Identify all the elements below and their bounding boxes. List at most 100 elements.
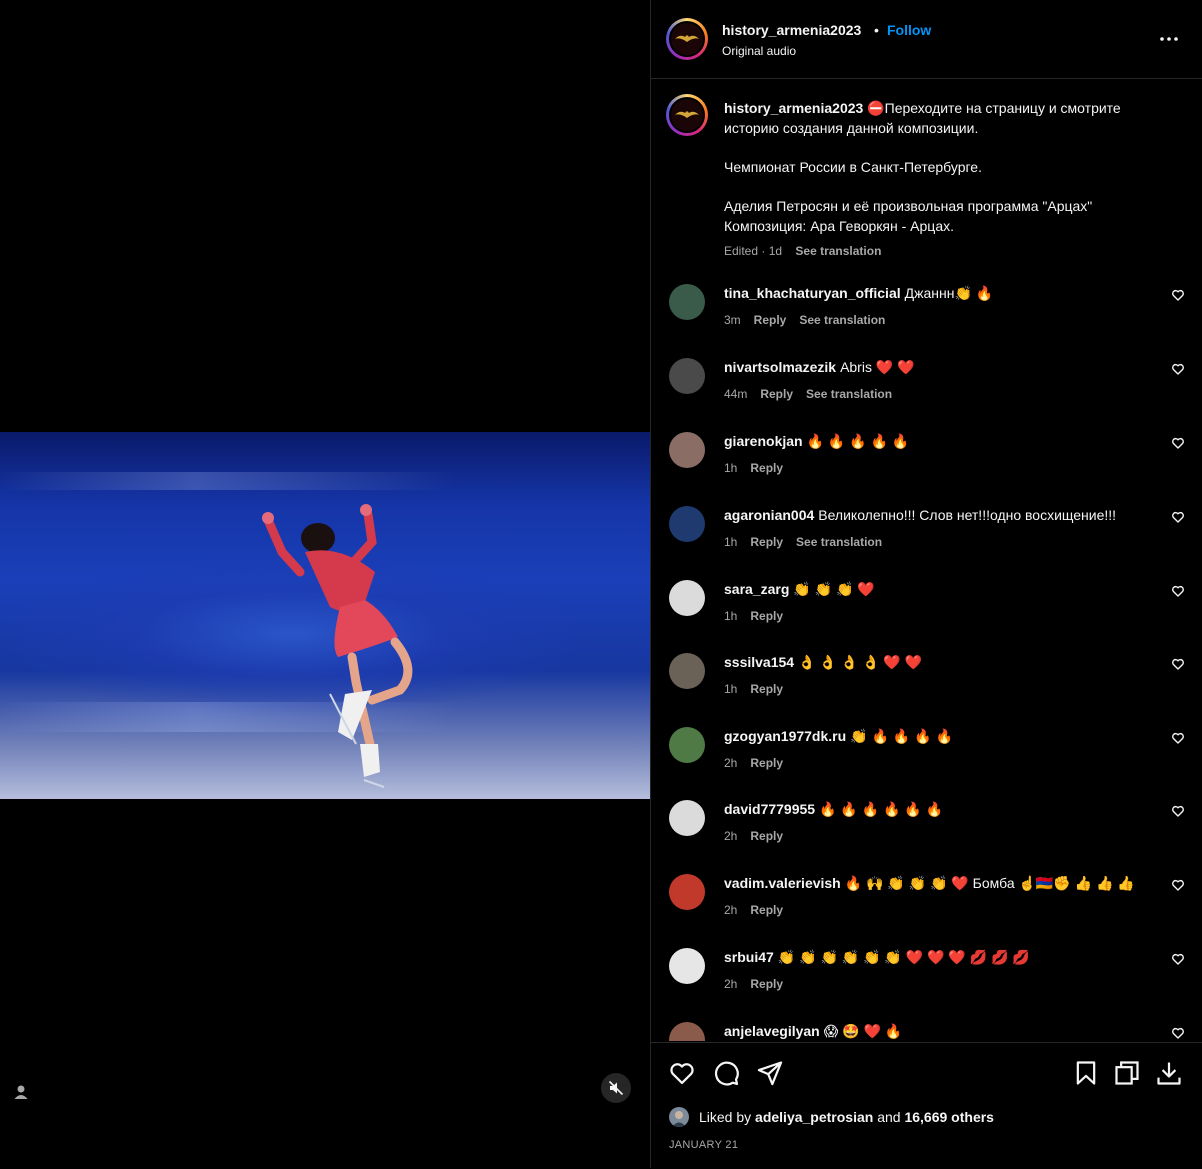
liker-avatar[interactable] [669,1107,689,1127]
reply-button[interactable]: Reply [750,829,783,843]
more-options-icon[interactable] [1158,30,1180,48]
comment-meta: 1h Reply [724,680,1164,698]
liker-username[interactable]: adeliya_petrosian [755,1109,873,1125]
comment-like-heart-icon[interactable] [1171,436,1185,450]
comment-text: 🔥 🔥 🔥 🔥 🔥 [806,433,910,449]
comment-body: sara_zarg 👏 👏 👏 ❤️ 1h Reply [724,580,1164,625]
reply-button[interactable]: Reply [750,756,783,770]
comment-item: srbui47 👏 👏 👏 👏 👏 👏 ❤️ ❤️ ❤️ 💋 💋 💋 2h Reply [651,948,1202,1008]
like-heart-icon[interactable] [668,1059,696,1087]
reply-button[interactable]: Reply [754,313,787,327]
follow-button[interactable]: Follow [887,22,931,38]
comment-bubble-icon[interactable] [712,1059,740,1087]
comment-item: nivartsolmazezik Abris ❤️ ❤️ 44m Reply See t… [651,358,1202,418]
commenter-avatar[interactable] [669,727,705,763]
commenter-username[interactable]: david7779955 [724,801,815,817]
commenter-avatar[interactable] [669,284,705,320]
caption-author-avatar[interactable] [666,94,708,136]
comment-meta: 1h Reply [724,459,1164,477]
comment-like-heart-icon[interactable] [1171,878,1185,892]
see-translation-link[interactable]: See translation [796,535,882,549]
skater-figure [262,504,413,788]
see-translation-link[interactable]: See translation [799,313,885,327]
post-header: history_armenia2023 • Follow Original au… [651,0,1202,79]
comment-like-heart-icon[interactable] [1171,362,1185,376]
commenter-avatar[interactable] [669,580,705,616]
author-avatar[interactable] [666,18,708,60]
audio-label[interactable]: Original audio [722,44,796,58]
commenter-username[interactable]: nivartsolmazezik [724,359,836,375]
caption-meta: Edited · 1d See translation [724,241,1174,261]
media-panel[interactable] [0,0,650,1168]
commenter-username[interactable]: giarenokjan [724,433,803,449]
reply-button[interactable]: Reply [750,903,783,917]
comment-like-heart-icon[interactable] [1171,288,1185,302]
collection-icon[interactable] [1113,1059,1141,1087]
comment-like-heart-icon[interactable] [1171,1026,1185,1040]
likes-summary: Liked by adeliya_petrosian and 16,669 ot… [669,1107,994,1127]
commenter-username[interactable]: anjelavegilyan [724,1023,820,1039]
comment-item: david7779955 🔥 🔥 🔥 🔥 🔥 🔥 2h Reply [651,800,1202,860]
tagged-users-icon[interactable] [12,1083,30,1101]
commenter-username[interactable]: gzogyan1977dk.ru [724,728,846,744]
commenter-username[interactable]: srbui47 [724,949,774,965]
comments-list[interactable]: history_armenia2023 ⛔Переходите на стран… [651,79,1202,1041]
caption-line: Композиция: Ара Геворкян - Арцах. [724,218,954,234]
caption-username[interactable]: history_armenia2023 [724,100,863,116]
comment-item: sssilva154 👌 👌 👌 👌 ❤️ ❤️ 1h Reply [651,653,1202,713]
comment-time: 2h [724,829,738,843]
comment-text: 😱 🤩 ❤️ 🔥 [823,1023,903,1039]
commenter-avatar[interactable] [669,800,705,836]
comment-item: sara_zarg 👏 👏 👏 ❤️ 1h Reply [651,580,1202,640]
commenter-avatar[interactable] [669,506,705,542]
comment-like-heart-icon[interactable] [1171,952,1185,966]
commenter-avatar[interactable] [669,874,705,910]
comment-body: srbui47 👏 👏 👏 👏 👏 👏 ❤️ ❤️ ❤️ 💋 💋 💋 2h Reply [724,948,1164,993]
comment-text: 🔥 🔥 🔥 🔥 🔥 🔥 [819,801,944,817]
commenter-username[interactable]: sara_zarg [724,581,789,597]
comment-body: giarenokjan 🔥 🔥 🔥 🔥 🔥 1h Reply [724,432,1164,477]
share-send-icon[interactable] [756,1059,784,1087]
comment-body: gzogyan1977dk.ru 👏 🔥 🔥 🔥 🔥 2h Reply [724,727,1164,772]
see-translation-link[interactable]: See translation [795,244,881,258]
download-icon[interactable] [1155,1059,1183,1087]
comment-body: agaronian004 Великолепно!!! Слов нет!!!од… [724,506,1164,551]
commenter-username[interactable]: sssilva154 [724,654,794,670]
video-player[interactable] [0,432,650,799]
commenter-avatar[interactable] [669,358,705,394]
commenter-avatar[interactable] [669,948,705,984]
comment-body: vadim.valerievish 🔥 🙌 👏 👏 👏 ❤️ Бомба ☝️🇦🇲… [724,874,1164,919]
commenter-username[interactable]: tina_khachaturyan_official [724,285,901,301]
reply-button[interactable]: Reply [750,609,783,623]
commenter-username[interactable]: vadim.valerievish [724,875,841,891]
likes-others-link[interactable]: 16,669 others [904,1109,994,1125]
comment-like-heart-icon[interactable] [1171,584,1185,598]
comment-text: 👏 👏 👏 ❤️ [793,581,875,597]
comment-item: agaronian004 Великолепно!!! Слов нет!!!од… [651,506,1202,566]
comment-body: tina_khachaturyan_official Джаннн👏 🔥 3m Rep… [724,284,1164,329]
comment-item: tina_khachaturyan_official Джаннн👏 🔥 3m Rep… [651,284,1202,344]
reply-button[interactable]: Reply [750,682,783,696]
comment-text: Джаннн👏 🔥 [904,285,994,301]
comment-like-heart-icon[interactable] [1171,510,1185,524]
see-translation-link[interactable]: See translation [806,387,892,401]
commenter-avatar[interactable] [669,432,705,468]
post-details-panel: history_armenia2023 • Follow Original au… [650,0,1202,1168]
comment-meta: 2h Reply [724,754,1164,772]
author-username[interactable]: history_armenia2023 [722,22,861,38]
comment-like-heart-icon[interactable] [1171,731,1185,745]
reply-button[interactable]: Reply [750,535,783,549]
comment-body: nivartsolmazezik Abris ❤️ ❤️ 44m Reply See t… [724,358,1164,403]
bookmark-icon[interactable] [1072,1059,1100,1087]
commenter-avatar[interactable] [669,1022,705,1041]
comment-like-heart-icon[interactable] [1171,804,1185,818]
mute-toggle-button[interactable] [601,1073,631,1103]
commenter-username[interactable]: agaronian004 [724,507,814,523]
reply-button[interactable]: Reply [750,461,783,475]
comment-like-heart-icon[interactable] [1171,657,1185,671]
comment-meta: 2h Reply [724,827,1164,845]
commenter-avatar[interactable] [669,653,705,689]
eagle-logo-icon [675,35,699,42]
reply-button[interactable]: Reply [750,977,783,991]
reply-button[interactable]: Reply [760,387,793,401]
